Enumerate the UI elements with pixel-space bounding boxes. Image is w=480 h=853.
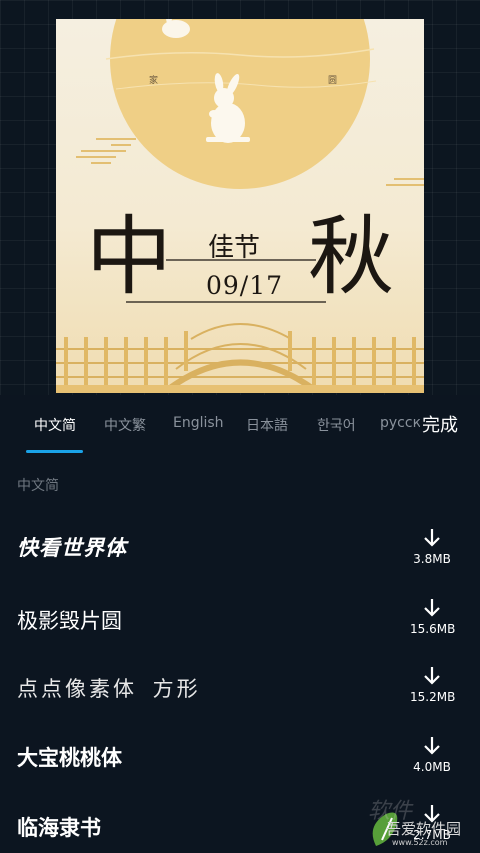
font-item[interactable]: 点点像素体 方形 15.2MB <box>0 646 480 716</box>
tab-russian[interactable]: русски <box>380 415 420 431</box>
font-name: 临海隶书 <box>17 815 101 840</box>
download-button[interactable]: 15.6MB <box>410 598 456 636</box>
tab-zh-simplified[interactable]: 中文简 <box>34 415 76 435</box>
poster-artwork <box>56 19 424 393</box>
watermark-text: 吾爱软件园 <box>386 820 462 838</box>
poster-small-right: 圆 <box>328 76 338 86</box>
tab-zh-traditional[interactable]: 中文繁 <box>104 415 146 435</box>
bridge-icon <box>56 323 424 393</box>
poster-subtitle: 佳节 <box>208 233 261 263</box>
download-icon <box>424 599 440 617</box>
font-item[interactable]: 快看世界体 3.8MB <box>0 510 480 580</box>
moon-shape <box>110 19 370 189</box>
active-tab-indicator <box>26 450 83 453</box>
cloud-left-icon <box>76 138 136 164</box>
download-button[interactable]: 3.8MB <box>410 528 454 566</box>
watermark-url: www.52z.com <box>392 838 448 847</box>
done-button[interactable]: 完成 <box>422 411 458 437</box>
section-title: 中文简 <box>17 478 59 494</box>
font-item[interactable]: 大宝桃桃体 4.0MB <box>0 714 480 784</box>
tabs-scroll[interactable]: 中文简 中文繁 English 日本語 한국어 русски <box>0 395 420 455</box>
font-name: 极影毁片圆 <box>17 609 122 633</box>
tab-english[interactable]: English <box>173 415 224 431</box>
download-button[interactable]: 15.2MB <box>410 666 456 704</box>
poster-small-left: 家 <box>149 76 159 86</box>
download-icon <box>424 737 440 755</box>
poster-date: 09/17 <box>206 271 284 300</box>
mid-autumn-poster[interactable]: 家 圆 中 秋 佳节 09/17 <box>56 19 424 393</box>
tab-japanese[interactable]: 日本語 <box>246 415 288 435</box>
download-button[interactable]: 4.0MB <box>410 736 454 774</box>
font-size-label: 4.0MB <box>413 760 451 774</box>
poster-big-left: 中 <box>86 207 172 307</box>
font-item[interactable]: 极影毁片圆 15.6MB <box>0 578 480 648</box>
download-icon <box>424 529 440 547</box>
font-name: 大宝桃桃体 <box>17 746 122 770</box>
language-tabs: 中文简 中文繁 English 日本語 한국어 русски 完成 <box>0 395 480 455</box>
font-name: 快看世界体 <box>17 536 127 560</box>
font-size-label: 15.2MB <box>410 690 456 704</box>
download-icon <box>424 667 440 685</box>
preview-canvas: 家 圆 中 秋 佳节 09/17 <box>0 0 480 395</box>
font-size-label: 3.8MB <box>413 552 451 566</box>
cloud-right-icon <box>386 178 424 186</box>
font-size-label: 15.6MB <box>410 622 456 636</box>
poster-big-right: 秋 <box>308 207 394 307</box>
font-name: 点点像素体 方形 <box>17 677 201 701</box>
tab-korean[interactable]: 한국어 <box>317 415 356 435</box>
